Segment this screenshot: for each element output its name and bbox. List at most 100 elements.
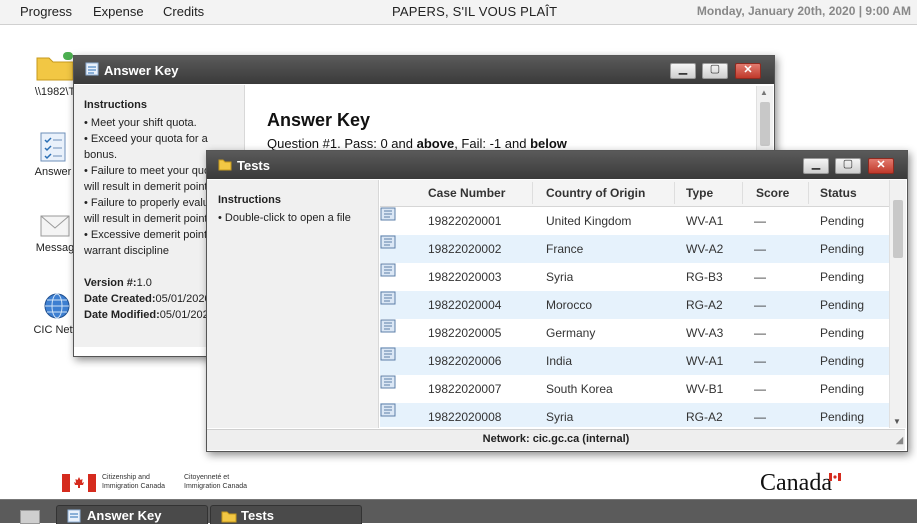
table-row[interactable]: 19822020002 France WV-A2 — Pending — [380, 235, 890, 263]
scroll-thumb[interactable] — [760, 102, 770, 146]
folder-icon — [36, 52, 74, 81]
column-header-case-number[interactable]: Case Number — [428, 186, 505, 200]
status-cell: Pending — [820, 270, 865, 284]
file-icon — [380, 291, 396, 305]
case-number-cell: 19822020008 — [428, 410, 502, 424]
menu-credits[interactable]: Credits — [163, 4, 204, 19]
column-header-country[interactable]: Country of Origin — [546, 186, 645, 200]
table-row[interactable]: 19822020001 United Kingdom WV-A1 — Pendi… — [380, 207, 890, 235]
tests-scrollbar[interactable]: ▼ — [889, 180, 906, 428]
app-title: PAPERS, S'IL VOUS PLAÎT — [392, 4, 558, 19]
column-divider — [742, 182, 743, 204]
tests-table: Case Number Country of Origin Type Score… — [380, 180, 890, 427]
column-header-score[interactable]: Score — [756, 186, 789, 200]
network-status: Network: cic.gc.ca (internal) — [482, 433, 630, 445]
type-cell: WV-A1 — [686, 214, 724, 228]
taskbar-item-label: Answer Key — [87, 508, 162, 523]
maximize-button[interactable]: ▢ — [835, 158, 861, 174]
table-row[interactable]: 19822020004 Morocco RG-A2 — Pending — [380, 291, 890, 319]
score-cell: — — [754, 382, 766, 396]
window-titlebar[interactable]: Answer Key ▁ ▢ ✕ — [74, 56, 774, 84]
scroll-down-icon[interactable]: ▼ — [893, 417, 901, 426]
taskbar-item-answer-key[interactable]: Answer Key — [56, 505, 208, 524]
question-text: Question #1. Pass: 0 and above, Fail: -1… — [267, 136, 567, 151]
table-row[interactable]: 19822020005 Germany WV-A3 — Pending — [380, 319, 890, 347]
table-row[interactable]: 19822020006 India WV-A1 — Pending — [380, 347, 890, 375]
table-row[interactable]: 19822020008 Syria RG-A2 — Pending — [380, 403, 890, 427]
window-titlebar[interactable]: Tests ▁ ▢ ✕ — [207, 151, 907, 179]
column-divider — [808, 182, 809, 204]
envelope-icon — [40, 215, 70, 237]
checklist-icon — [85, 62, 99, 76]
country-cell: United Kingdom — [546, 214, 632, 228]
minimize-button[interactable]: ▁ — [670, 63, 696, 79]
maximize-button[interactable]: ▢ — [702, 63, 728, 79]
table-row[interactable]: 19822020003 Syria RG-B3 — Pending — [380, 263, 890, 291]
wordmark-flag-icon — [829, 473, 841, 481]
desktop-icon-label: Messag — [35, 242, 75, 254]
close-icon: ✕ — [743, 64, 753, 76]
status-bar: Network: cic.gc.ca (internal) ◢ — [207, 429, 905, 450]
taskbar-item-tests[interactable]: Tests — [210, 505, 362, 524]
close-button[interactable]: ✕ — [735, 63, 761, 79]
gov-name-french: Citoyenneté et Immigration Canada — [184, 474, 248, 490]
instructions-heading: Instructions — [218, 194, 281, 206]
menu-progress[interactable]: Progress — [20, 4, 72, 19]
canada-flag-icon — [62, 474, 96, 492]
table-row[interactable]: 19822020007 South Korea WV-B1 — Pending — [380, 375, 890, 403]
case-number-cell: 19822020001 — [428, 214, 502, 228]
taskbar: Answer Key Tests — [0, 499, 917, 524]
status-cell: Pending — [820, 354, 865, 368]
score-cell: — — [754, 298, 766, 312]
instruction-text: • Double-click to open a file — [218, 212, 351, 224]
checklist-icon — [67, 509, 81, 523]
type-cell: WV-B1 — [686, 382, 724, 396]
desktop-icon-label: Answer — [34, 166, 72, 178]
score-cell: — — [754, 354, 766, 368]
globe-icon — [44, 293, 70, 319]
tests-window[interactable]: Tests ▁ ▢ ✕ Instructions • Double-click … — [206, 150, 908, 452]
instructions-heading: Instructions — [84, 99, 147, 111]
canada-wordmark: Canada — [760, 470, 832, 496]
resize-grip-icon[interactable]: ◢ — [896, 431, 903, 450]
type-cell: WV-A2 — [686, 242, 724, 256]
scroll-up-icon[interactable]: ▲ — [760, 88, 768, 97]
country-cell: Syria — [546, 410, 574, 424]
case-number-cell: 19822020006 — [428, 354, 502, 368]
checklist-icon — [40, 132, 66, 162]
score-cell: — — [754, 270, 766, 284]
folder-icon — [221, 511, 237, 523]
case-number-cell: 19822020007 — [428, 382, 502, 396]
file-icon — [380, 403, 396, 417]
column-header-status[interactable]: Status — [820, 186, 857, 200]
tests-sidebar: Instructions • Double-click to open a fi… — [207, 180, 379, 428]
file-icon — [380, 347, 396, 361]
minimize-button[interactable]: ▁ — [803, 158, 829, 174]
score-cell: — — [754, 410, 766, 424]
maximize-icon: ▢ — [709, 63, 721, 75]
column-header-type[interactable]: Type — [686, 186, 713, 200]
close-button[interactable]: ✕ — [868, 158, 894, 174]
country-cell: Morocco — [546, 298, 593, 312]
maximize-icon: ▢ — [842, 158, 854, 170]
score-cell: — — [754, 326, 766, 340]
file-icon — [380, 263, 396, 277]
column-divider — [532, 182, 533, 204]
type-cell: WV-A3 — [686, 326, 724, 340]
country-cell: Germany — [546, 326, 596, 340]
type-cell: RG-A2 — [686, 298, 723, 312]
status-cell: Pending — [820, 326, 865, 340]
case-number-cell: 19822020005 — [428, 326, 502, 340]
window-title: Answer Key — [104, 63, 179, 78]
scroll-thumb[interactable] — [893, 200, 903, 258]
country-cell: South Korea — [546, 382, 613, 396]
gov-name-english: Citizenship and Immigration Canada — [102, 474, 166, 490]
menu-expense[interactable]: Expense — [93, 4, 144, 19]
rule-line: • Exceed your quota for a — [84, 133, 208, 145]
case-number-cell: 19822020003 — [428, 270, 502, 284]
type-cell: RG-A2 — [686, 410, 723, 424]
answer-key-heading: Answer Key — [267, 110, 371, 130]
close-icon: ✕ — [876, 159, 886, 171]
top-menu-bar: Progress Expense Credits PAPERS, S'IL VO… — [0, 0, 917, 25]
rule-line: • Meet your shift quota. — [84, 117, 197, 129]
